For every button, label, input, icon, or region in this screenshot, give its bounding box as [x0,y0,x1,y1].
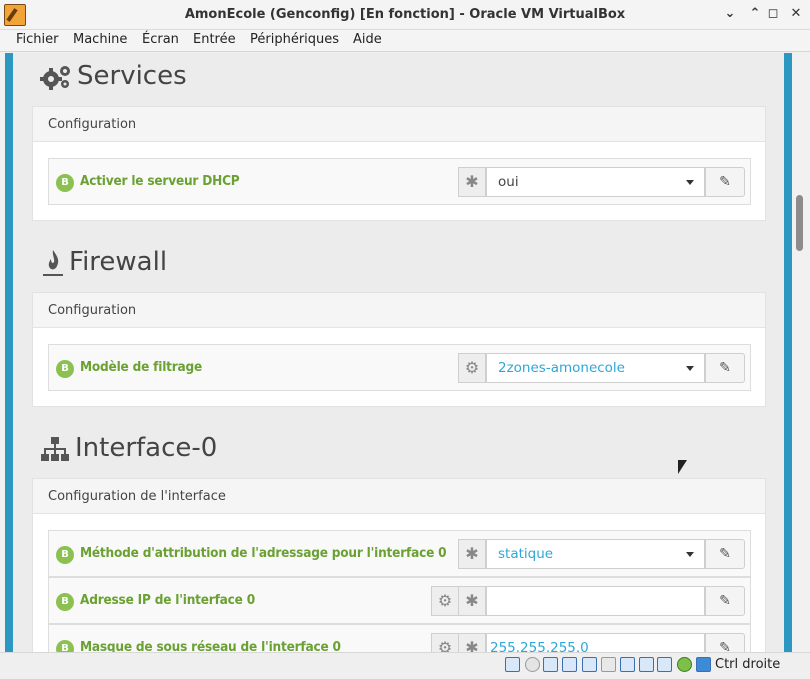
section-title-services: Services [77,61,187,91]
input-adresse-ip[interactable] [486,586,705,616]
menu-ecran[interactable]: Écran [142,32,179,47]
caret-down-icon [686,366,694,371]
display-icon[interactable] [620,657,635,672]
genconfig-page: Services Configuration B Activer le serv… [13,53,784,652]
edit-icon: ✎ [719,174,731,190]
label-methode: Méthode d'attribution de l'adressage pou… [80,545,447,561]
window-minimize-button[interactable]: ⌄ [722,6,738,22]
vertical-scrollbar[interactable] [795,53,805,652]
panel-header-interface0: Configuration de l'interface [33,479,765,514]
gear-icon: ⚙ [458,353,486,383]
menu-machine[interactable]: Machine [73,32,127,47]
menu-entree[interactable]: Entrée [193,32,236,47]
edit-icon: ✎ [719,546,731,562]
level-badge: B [56,174,74,192]
audio-icon[interactable] [543,657,558,672]
select-dhcp[interactable]: oui [486,167,705,197]
video-capture-icon[interactable] [639,657,654,672]
optical-drive-icon[interactable] [525,657,540,672]
asterisk-icon: ✱ [458,586,486,616]
row-adresse-ip: B Adresse IP de l'interface 0 ⚙ ✱ ✎ [48,577,751,624]
right-accent-stripe [784,53,792,652]
usb-icon[interactable] [582,657,597,672]
window-titlebar: AmonEcole (Genconfig) [En fonction] - Or… [0,0,810,30]
window-close-button[interactable]: ✕ [788,6,804,22]
panel-header-firewall: Configuration [33,293,765,328]
panel-header-services: Configuration [33,107,765,142]
section-title-firewall: Firewall [69,247,168,277]
level-badge: B [56,593,74,611]
row-dhcp: B Activer le serveur DHCP ✱ oui ✎ [48,158,751,205]
panel-services: Configuration B Activer le serveur DHCP … [32,106,766,221]
sitemap-icon [41,437,69,461]
select-dhcp-value: oui [498,174,519,190]
input-masque[interactable]: 255.255.255.0 [486,633,705,652]
menubar: Fichier Machine Écran Entrée Périphériqu… [0,30,810,52]
gears-icon [40,66,70,90]
network-icon[interactable] [562,657,577,672]
left-accent-stripe [5,53,13,652]
caret-down-icon [686,552,694,557]
panel-interface0: Configuration de l'interface B Méthode d… [32,478,766,652]
edit-button-adresse-ip[interactable]: ✎ [705,586,745,616]
select-methode-value: statique [498,546,554,562]
window-maximize-button[interactable]: ◻ [765,6,781,22]
edit-button-masque[interactable]: ✎ [705,633,745,652]
select-filtrage[interactable]: 2zones-amonecole [486,353,705,383]
edit-icon: ✎ [719,593,731,609]
row-methode: B Méthode d'attribution de l'adressage p… [48,530,751,577]
edit-button-filtrage[interactable]: ✎ [705,353,745,383]
hard-disk-icon[interactable] [505,657,520,672]
select-filtrage-value: 2zones-amonecole [498,360,625,376]
label-masque: Masque de sous réseau de l'interface 0 [80,639,341,652]
row-masque: B Masque de sous réseau de l'interface 0… [48,624,751,652]
guest-display[interactable]: Services Configuration B Activer le serv… [5,53,792,652]
menu-aide[interactable]: Aide [353,32,382,47]
edit-icon: ✎ [719,360,731,376]
mouse-cursor-icon [678,460,687,474]
section-title-interface0: Interface-0 [75,433,218,463]
mouse-integration-icon[interactable] [696,657,711,672]
menu-peripheriques[interactable]: Périphériques [250,32,339,47]
virtualization-icon[interactable] [657,657,672,672]
edit-button-dhcp[interactable]: ✎ [705,167,745,197]
statusbar: Ctrl droite [0,652,810,679]
level-badge: B [56,546,74,564]
select-methode[interactable]: statique [486,539,705,569]
guest-additions-icon[interactable] [677,657,692,672]
label-adresse-ip: Adresse IP de l'interface 0 [80,592,255,608]
label-dhcp: Activer le serveur DHCP [80,173,240,189]
edit-icon: ✎ [719,640,731,652]
asterisk-icon: ✱ [458,539,486,569]
edit-button-methode[interactable]: ✎ [705,539,745,569]
row-filtrage: B Modèle de filtrage ⚙ 2zones-amonecole … [48,344,751,391]
asterisk-icon: ✱ [458,633,486,652]
flame-icon [43,250,63,276]
scrollbar-thumb[interactable] [796,195,803,251]
gear-icon[interactable]: ⚙ [431,586,459,616]
label-filtrage: Modèle de filtrage [80,359,203,375]
caret-down-icon [686,180,694,185]
host-key-label: Ctrl droite [715,657,781,672]
panel-firewall: Configuration B Modèle de filtrage ⚙ 2zo… [32,292,766,407]
asterisk-icon: ✱ [458,167,486,197]
window-restore-button[interactable]: ⌃ [747,6,763,22]
shared-folders-icon[interactable] [601,657,616,672]
window-title: AmonEcole (Genconfig) [En fonction] - Or… [184,7,626,22]
level-badge: B [56,360,74,378]
level-badge: B [56,640,74,652]
gear-icon[interactable]: ⚙ [431,633,459,652]
menu-fichier[interactable]: Fichier [16,32,59,47]
